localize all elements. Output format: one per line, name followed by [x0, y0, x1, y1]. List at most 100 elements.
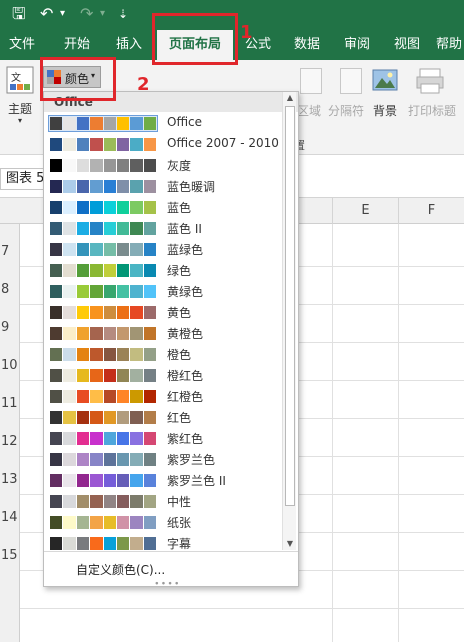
theme-color-option[interactable]: 蓝色 II: [46, 219, 284, 239]
tab-review[interactable]: 审阅: [334, 30, 380, 60]
theme-color-option[interactable]: 黄色: [46, 303, 284, 323]
print-titles-label[interactable]: 打印标题: [408, 102, 456, 119]
undo-icon[interactable]: ↶: [40, 4, 53, 24]
theme-color-option[interactable]: 蓝色暖调: [46, 177, 284, 197]
tab-insert[interactable]: 插入: [106, 30, 152, 60]
theme-color-option[interactable]: 紫红色: [46, 429, 284, 449]
color-swatch-strip: [49, 452, 157, 467]
theme-color-option[interactable]: 中性: [46, 492, 284, 512]
row-header-7[interactable]: 7: [0, 244, 20, 259]
name-box[interactable]: 图表 5: [0, 168, 46, 190]
color-swatch: [90, 516, 103, 529]
color-swatch: [90, 474, 103, 487]
themes-dropdown-icon[interactable]: ▾: [18, 116, 22, 125]
color-swatch: [50, 411, 63, 424]
color-swatch: [130, 390, 143, 403]
theme-color-option[interactable]: 绿色: [46, 261, 284, 281]
color-swatch: [63, 138, 76, 151]
color-swatch: [76, 369, 90, 382]
svg-text:文: 文: [11, 71, 21, 84]
theme-color-option[interactable]: 灰度: [46, 156, 284, 176]
color-swatch: [50, 474, 63, 487]
color-swatch: [130, 453, 143, 466]
color-swatch: [143, 432, 156, 445]
color-swatch: [63, 453, 76, 466]
scrollbar-thumb[interactable]: [285, 106, 295, 506]
theme-color-option[interactable]: 蓝绿色: [46, 240, 284, 260]
tab-data[interactable]: 数据: [284, 30, 330, 60]
save-icon[interactable]: 🖫: [12, 4, 26, 24]
color-swatch: [63, 432, 76, 445]
color-swatch: [143, 390, 156, 403]
column-header-e[interactable]: E: [332, 198, 398, 224]
breaks-icon[interactable]: [340, 68, 362, 94]
color-swatch: [63, 537, 76, 550]
row-header-8[interactable]: 8: [0, 282, 20, 297]
theme-color-option[interactable]: 紫罗兰色: [46, 450, 284, 470]
color-swatch: [76, 180, 90, 193]
theme-color-option[interactable]: 纸张: [46, 513, 284, 533]
scroll-down-icon[interactable]: ▼: [283, 538, 297, 550]
color-swatch-strip: [49, 284, 157, 299]
undo-dropdown-icon[interactable]: ▾: [60, 4, 65, 24]
tab-help[interactable]: 帮助: [434, 30, 464, 60]
resize-grip-icon[interactable]: ∙∙∙∙: [154, 579, 181, 589]
tab-file[interactable]: 文件: [0, 30, 44, 60]
color-swatch: [143, 180, 156, 193]
color-swatch: [63, 327, 76, 340]
row-headers: 7 8 9 10 11 12 13 14 15: [0, 224, 20, 642]
color-swatch: [103, 117, 116, 130]
row-header-9[interactable]: 9: [0, 320, 20, 335]
color-swatch: [90, 306, 103, 319]
color-swatch: [130, 306, 143, 319]
themes-label[interactable]: 主题: [8, 100, 32, 117]
tab-home[interactable]: 开始: [54, 30, 100, 60]
theme-color-option[interactable]: 红橙色: [46, 387, 284, 407]
redo-dropdown-icon[interactable]: ▾: [100, 4, 105, 24]
color-swatch: [103, 306, 116, 319]
custom-colors-item[interactable]: 自定义颜色(C)...: [76, 561, 165, 578]
background-label[interactable]: 背景: [373, 102, 397, 119]
theme-color-option[interactable]: 紫罗兰色 II: [46, 471, 284, 491]
color-swatch: [63, 222, 76, 235]
theme-color-option[interactable]: 橙红色: [46, 366, 284, 386]
breaks-label[interactable]: 分隔符: [328, 102, 364, 119]
row-header-14[interactable]: 14: [0, 510, 20, 525]
color-swatch: [116, 264, 130, 277]
print-area-label[interactable]: 区域: [297, 102, 321, 119]
theme-color-option[interactable]: 橙色: [46, 345, 284, 365]
tab-view[interactable]: 视图: [384, 30, 430, 60]
color-swatch: [143, 327, 156, 340]
theme-color-name: 紫罗兰色 II: [167, 474, 226, 488]
color-swatch: [143, 453, 156, 466]
color-swatch: [50, 327, 63, 340]
themes-icon[interactable]: 文: [6, 66, 36, 96]
theme-color-option[interactable]: 红色: [46, 408, 284, 428]
color-swatch: [90, 537, 103, 550]
theme-color-option[interactable]: 黄绿色: [46, 282, 284, 302]
dropdown-divider: [44, 551, 298, 552]
theme-color-option[interactable]: Office: [46, 114, 284, 134]
theme-color-option[interactable]: 蓝色: [46, 198, 284, 218]
redo-icon[interactable]: ↷: [80, 4, 93, 24]
color-swatch: [63, 516, 76, 529]
dropdown-scrollbar[interactable]: ▲ ▼: [282, 92, 296, 550]
theme-color-option[interactable]: Office 2007 - 2010: [46, 135, 284, 155]
color-swatch: [103, 222, 116, 235]
print-area-icon[interactable]: [300, 68, 322, 94]
scroll-up-icon[interactable]: ▲: [283, 92, 297, 104]
row-header-10[interactable]: 10: [0, 358, 20, 373]
color-swatch: [76, 285, 90, 298]
color-swatch: [76, 243, 90, 256]
color-swatch: [116, 369, 130, 382]
row-header-11[interactable]: 11: [0, 396, 20, 411]
row-header-12[interactable]: 12: [0, 434, 20, 449]
column-header-f[interactable]: F: [398, 198, 464, 224]
theme-color-option[interactable]: 黄橙色: [46, 324, 284, 344]
color-swatch: [116, 201, 130, 214]
customize-toolbar-icon[interactable]: ⇣: [118, 4, 128, 24]
row-header-15[interactable]: 15: [0, 548, 20, 563]
background-icon[interactable]: [372, 68, 398, 94]
print-titles-icon[interactable]: [416, 68, 444, 94]
row-header-13[interactable]: 13: [0, 472, 20, 487]
